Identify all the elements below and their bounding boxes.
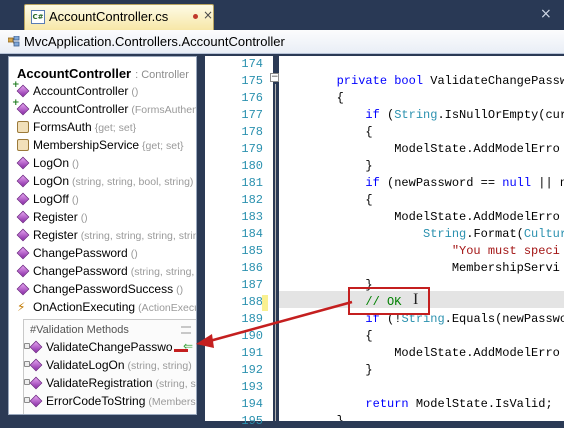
member-item[interactable]: LogOff() <box>13 190 196 208</box>
member-item[interactable]: ChangePassword(string, string, string) <box>13 262 196 280</box>
line-number: 177 <box>241 108 263 122</box>
property-icon <box>17 121 29 133</box>
base-class: : Controller <box>135 69 189 81</box>
line-number: 181 <box>241 176 263 190</box>
member-item[interactable]: ChangePassword() <box>13 244 196 262</box>
method-icon <box>16 246 30 260</box>
method-icon <box>16 156 30 170</box>
line-number: 174 <box>241 57 263 71</box>
override-method-icon: ⚡ <box>17 300 26 314</box>
breadcrumb: MvcApplication.Controllers.AccountContro… <box>24 34 285 49</box>
region-title: #Validation Methods <box>30 324 129 336</box>
code-line: { <box>279 193 373 207</box>
code-line: } <box>279 363 373 377</box>
code-line: } <box>279 414 344 421</box>
line-number: 192 <box>241 363 263 377</box>
class-name: AccountController <box>17 66 132 81</box>
plus-icon: + <box>12 98 20 108</box>
member-item[interactable]: Register (string, string, string, string) <box>13 226 196 244</box>
unsaved-indicator-icon <box>193 14 198 19</box>
annotation-underline <box>174 349 188 352</box>
text-cursor-icon: I <box>413 291 419 308</box>
private-method-icon <box>29 394 43 408</box>
code-line: } <box>279 159 373 173</box>
type-navigation-bar[interactable]: MvcApplication.Controllers.AccountContro… <box>0 30 564 54</box>
member-item[interactable]: ChangePasswordSuccess() <box>13 280 196 298</box>
code-line: "You must speci <box>451 244 560 258</box>
tab-label: AccountController.cs <box>49 9 169 24</box>
member-item[interactable]: LogOn() <box>13 154 196 172</box>
private-method-icon <box>29 340 43 354</box>
member-item-validate-change-password[interactable]: ValidateChangePasswo ⇐ <box>24 338 196 356</box>
member-item[interactable]: ErrorCodeToString(Membership <box>24 392 196 410</box>
method-icon <box>16 282 30 296</box>
property-icon <box>17 139 29 151</box>
line-number: 184 <box>241 227 263 241</box>
member-item[interactable]: + AccountController (FormsAuthenti <box>12 98 196 118</box>
document-tab-strip: C# AccountController.cs × × <box>0 0 564 30</box>
line-number: 193 <box>241 380 263 394</box>
member-item[interactable]: Register() <box>13 208 196 226</box>
code-line: { <box>279 329 373 343</box>
line-number-gutter: 174 175 176 177 178 179 180 181 182 183 184 185 186 1… <box>205 56 273 428</box>
code-line: { <box>279 91 344 105</box>
member-item[interactable]: MembershipService {get; set} <box>13 136 196 154</box>
changed-line-marker <box>262 295 268 311</box>
code-line: String.Format(Cultur <box>423 227 564 241</box>
line-number: 185 <box>241 244 263 258</box>
code-line: if (String.IsNullOrEmpty(curr <box>365 108 564 122</box>
code-line: MembershipServi <box>279 261 560 275</box>
line-number: 180 <box>241 159 263 173</box>
line-number: 178 <box>241 125 263 139</box>
line-number: 175 <box>241 74 263 88</box>
line-number: 179 <box>241 142 263 156</box>
member-item[interactable]: ValidateLogOn (string, string) <box>24 356 196 374</box>
line-number: 194 <box>241 397 263 411</box>
plus-icon: + <box>12 80 20 90</box>
code-line: if (newPassword == null || n <box>365 176 564 190</box>
code-editor[interactable]: private bool ValidateChangePasswo { if (… <box>279 56 564 421</box>
code-line: private bool ValidateChangePasswo <box>336 74 564 88</box>
csharp-file-icon: C# <box>31 10 45 24</box>
member-item[interactable]: LogOn (string, string, bool, string) <box>13 172 196 190</box>
code-line: ModelState.AddModelErro <box>279 210 560 224</box>
outlining-line <box>275 84 276 421</box>
window-close-icon[interactable]: × <box>540 6 552 22</box>
member-item[interactable]: ValidateRegistration(string, stri <box>24 374 196 392</box>
code-line: ModelState.AddModelErro <box>279 346 560 360</box>
method-icon <box>16 264 30 278</box>
method-icon <box>16 174 30 188</box>
tab-account-controller[interactable]: C# AccountController.cs × <box>24 4 214 30</box>
validation-methods-region[interactable]: #Validation Methods ValidateChangePasswo… <box>23 319 196 414</box>
collapse-icon[interactable]: − <box>270 73 279 82</box>
tab-close-icon[interactable]: × <box>203 8 213 22</box>
line-number: 183 <box>241 210 263 224</box>
line-number: 190 <box>241 329 263 343</box>
method-icon <box>16 228 30 242</box>
code-line: { <box>279 125 373 139</box>
class-icon <box>8 36 20 47</box>
line-number: 187 <box>241 278 263 292</box>
line-number: 195 <box>241 414 263 428</box>
private-method-icon <box>29 376 43 390</box>
member-item[interactable]: ⚡ OnActionExecuting(ActionExecuti <box>13 298 196 316</box>
line-number: 191 <box>241 346 263 360</box>
method-icon <box>16 210 30 224</box>
member-outline-panel: AccountController: Controller + AccountC… <box>8 56 197 415</box>
line-number: 176 <box>241 91 263 105</box>
member-item[interactable]: FormsAuth {get; set} <box>13 118 196 136</box>
line-number: 189 <box>241 312 263 326</box>
private-method-icon <box>29 358 43 372</box>
code-line: return ModelState.IsValid; <box>365 397 553 411</box>
line-number: 188 <box>241 295 263 309</box>
line-number: 182 <box>241 193 263 207</box>
code-line: ModelState.AddModelErro <box>279 142 560 156</box>
member-item[interactable]: + AccountController() <box>12 80 196 100</box>
line-number: 186 <box>241 261 263 275</box>
method-icon <box>16 192 30 206</box>
region-grip-icon[interactable] <box>181 326 191 334</box>
panel-header: AccountController: Controller <box>17 65 189 83</box>
